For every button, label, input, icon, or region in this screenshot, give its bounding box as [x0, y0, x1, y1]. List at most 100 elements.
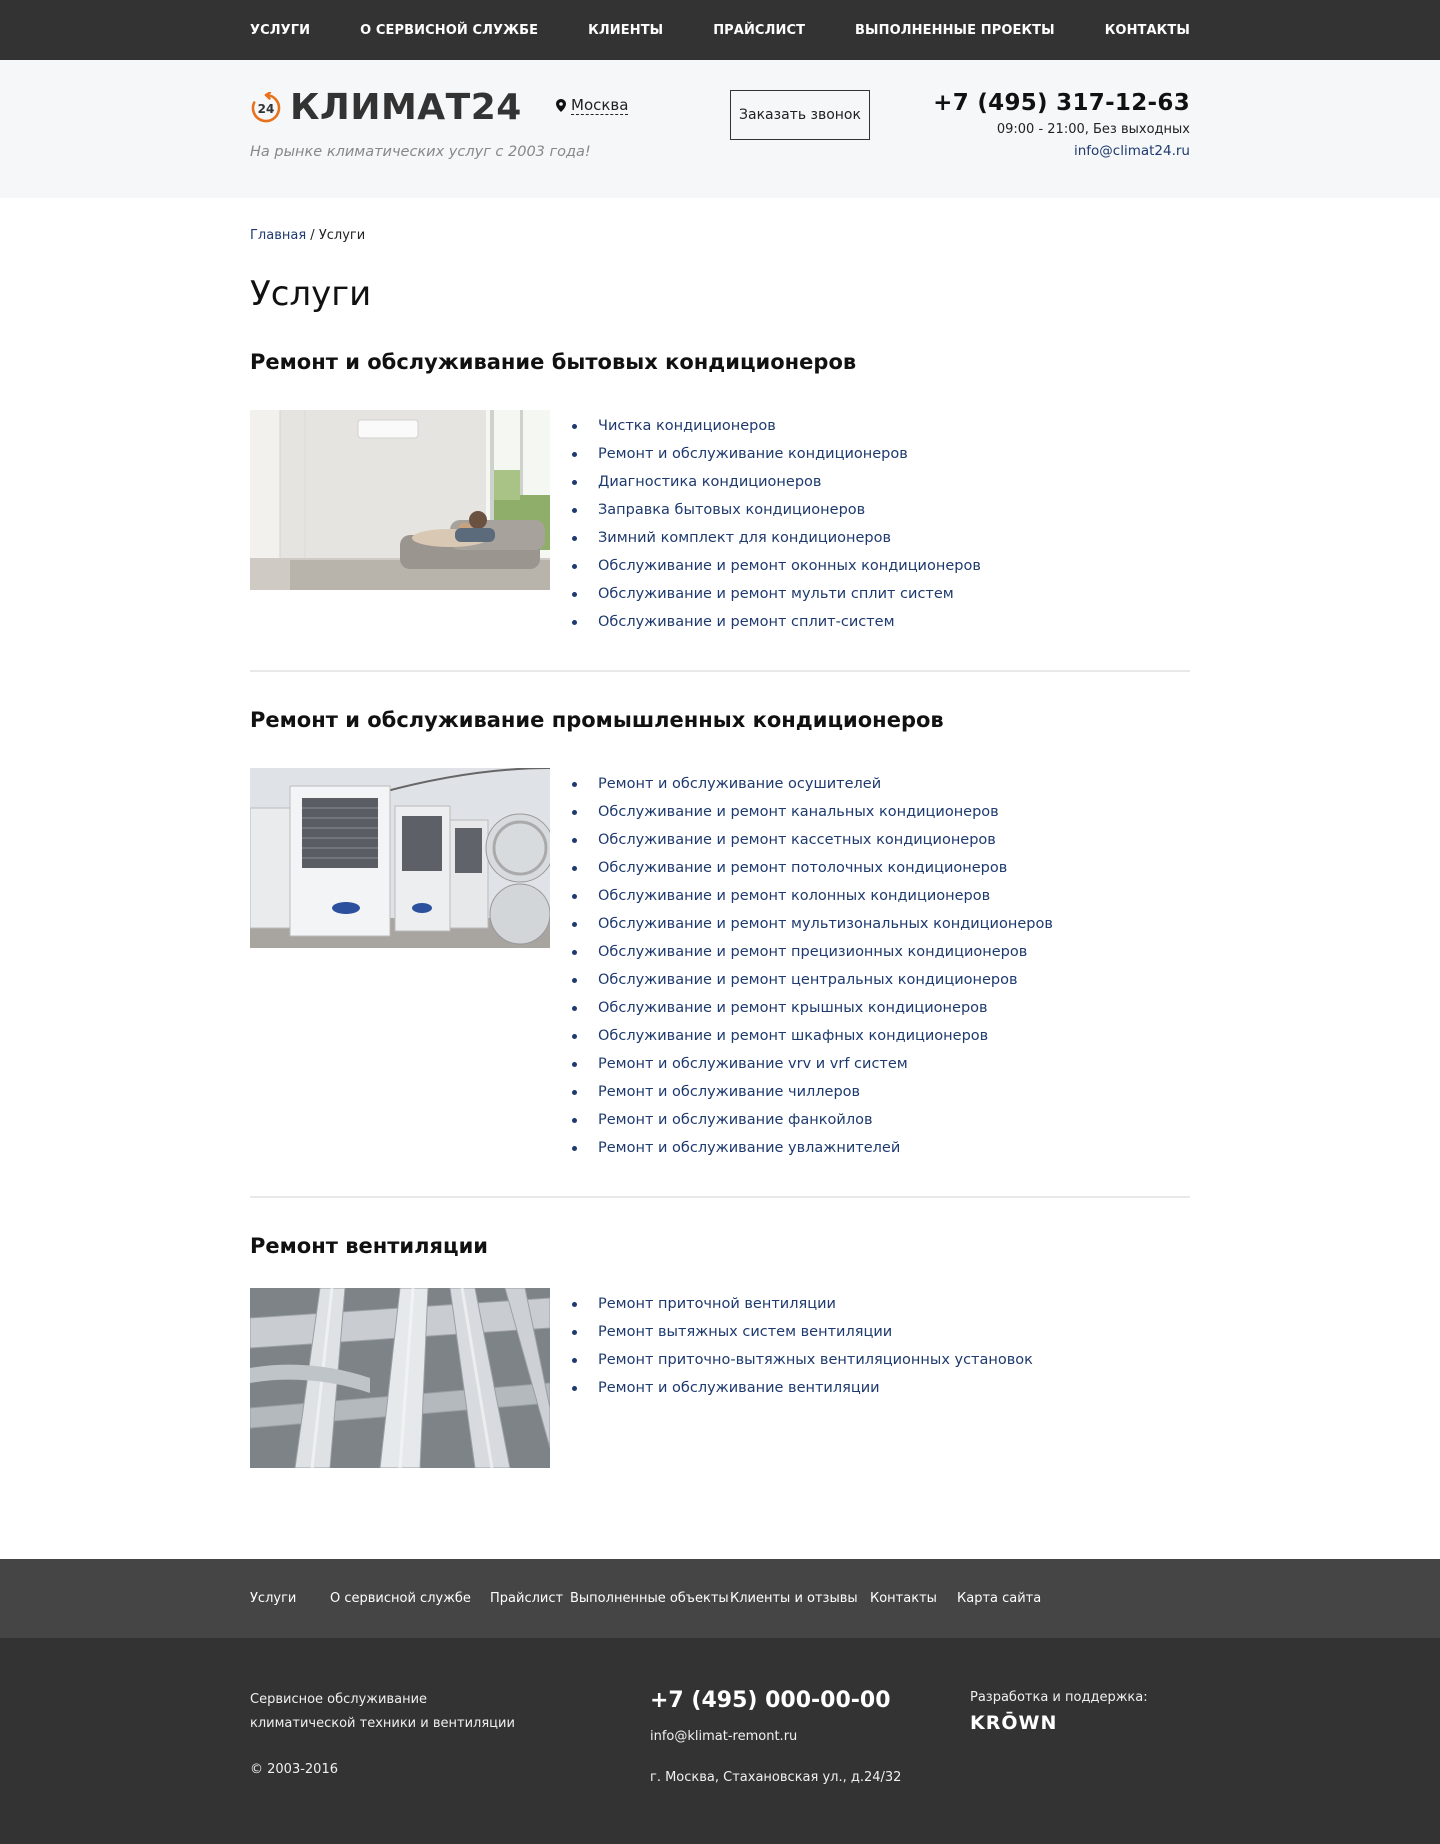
developer-label: Разработка и поддержка:	[970, 1690, 1148, 1705]
service-link[interactable]: Обслуживание и ремонт колонных кондицион…	[598, 888, 990, 904]
service-link[interactable]: Ремонт и обслуживание осушителей	[598, 776, 881, 792]
footer-nav-objects[interactable]: Выполненные объекты	[570, 1591, 729, 1606]
list-item: Обслуживание и ремонт центральных кондиц…	[570, 966, 1053, 994]
service-link[interactable]: Заправка бытовых кондиционеров	[598, 502, 865, 518]
section-title: Ремонт вентиляции	[250, 1234, 489, 1258]
location-pin-icon	[556, 99, 566, 112]
nav-item-clients[interactable]: КЛИЕНТЫ	[588, 23, 663, 38]
main-content: Главная / Услуги Услуги Ремонт и обслужи…	[0, 198, 1440, 1468]
list-item: Обслуживание и ремонт потолочных кондици…	[570, 854, 1053, 882]
list-item: Заправка бытовых кондиционеров	[570, 496, 981, 524]
service-list: Чистка кондиционеров Ремонт и обслуживан…	[570, 410, 981, 636]
site-footer: Сервисное обслуживание климатической тех…	[0, 1638, 1440, 1844]
service-link[interactable]: Диагностика кондиционеров	[598, 474, 821, 490]
nav-item-projects[interactable]: ВЫПОЛНЕННЫЕ ПРОЕКТЫ	[855, 23, 1055, 38]
footer-description: Сервисное обслуживание климатической тех…	[250, 1692, 515, 1731]
section-household-ac: Ремонт и обслуживание бытовых кондиционе…	[250, 348, 1190, 672]
service-link[interactable]: Ремонт вытяжных систем вентиляции	[598, 1324, 892, 1340]
list-item: Ремонт и обслуживание фанкойлов	[570, 1106, 1053, 1134]
breadcrumb-separator: /	[306, 228, 319, 243]
list-item: Чистка кондиционеров	[570, 412, 981, 440]
header-email-link[interactable]: info@climat24.ru	[933, 140, 1190, 162]
service-link[interactable]: Обслуживание и ремонт мультизональных ко…	[598, 916, 1053, 932]
industrial-units-image	[250, 768, 550, 948]
list-item: Обслуживание и ремонт сплит-систем	[570, 608, 981, 636]
service-link[interactable]: Ремонт и обслуживание увлажнителей	[598, 1140, 900, 1156]
service-link[interactable]: Ремонт и обслуживание чиллеров	[598, 1084, 860, 1100]
list-item: Ремонт и обслуживание осушителей	[570, 770, 1053, 798]
section-title: Ремонт и обслуживание промышленных конди…	[250, 708, 944, 732]
breadcrumb-current: Услуги	[318, 228, 366, 243]
list-item: Ремонт и обслуживание кондиционеров	[570, 440, 981, 468]
service-link[interactable]: Ремонт и обслуживание кондиционеров	[598, 446, 908, 462]
list-item: Обслуживание и ремонт прецизионных конди…	[570, 938, 1053, 966]
service-link[interactable]: Чистка кондиционеров	[598, 418, 776, 434]
callback-button[interactable]: Заказать звонок	[730, 90, 870, 140]
service-link[interactable]: Обслуживание и ремонт потолочных кондици…	[598, 860, 1007, 876]
footer-nav-pricelist[interactable]: Прайслист	[490, 1591, 563, 1606]
section-title: Ремонт и обслуживание бытовых кондиционе…	[250, 350, 857, 374]
service-link[interactable]: Обслуживание и ремонт мульти сплит систе…	[598, 586, 954, 602]
logo-text: КЛИМАТ24	[290, 87, 522, 128]
page-title: Услуги	[250, 274, 372, 314]
nav-item-pricelist[interactable]: ПРАЙСЛИСТ	[713, 23, 805, 38]
site-header: 24 КЛИМАТ24 На рынке климатических услуг…	[0, 60, 1440, 198]
nav-item-contacts[interactable]: КОНТАКТЫ	[1105, 23, 1190, 38]
city-selector[interactable]: Москва	[556, 96, 629, 115]
list-item: Обслуживание и ремонт канальных кондицио…	[570, 798, 1053, 826]
living-room-image	[250, 410, 550, 590]
site-logo[interactable]: 24 КЛИМАТ24	[250, 88, 522, 128]
list-item: Ремонт и обслуживание увлажнителей	[570, 1134, 1053, 1162]
breadcrumb-home-link[interactable]: Главная	[250, 228, 306, 243]
service-link[interactable]: Обслуживание и ремонт крышных кондиционе…	[598, 1000, 988, 1016]
service-link[interactable]: Обслуживание и ремонт кассетных кондицио…	[598, 832, 996, 848]
logo-badge-text: 24	[258, 102, 275, 116]
footer-nav-about[interactable]: О сервисной службе	[330, 1591, 471, 1606]
service-link[interactable]: Ремонт приточной вентиляции	[598, 1296, 836, 1312]
header-phone[interactable]: +7 (495) 317-12-63	[933, 88, 1190, 118]
list-item: Обслуживание и ремонт колонных кондицион…	[570, 882, 1053, 910]
footer-email-link[interactable]: info@klimat-remont.ru	[650, 1729, 797, 1744]
list-item: Диагностика кондиционеров	[570, 468, 981, 496]
nav-item-services[interactable]: УСЛУГИ	[250, 23, 310, 38]
developer-logo[interactable]: KRŌWN	[970, 1712, 1057, 1734]
service-link[interactable]: Зимний комплект для кондиционеров	[598, 530, 891, 546]
footer-address: г. Москва, Стахановская ул., д.24/32	[650, 1770, 902, 1785]
list-item: Ремонт приточной вентиляции	[570, 1290, 1033, 1318]
header-contacts: +7 (495) 317-12-63 09:00 - 21:00, Без вы…	[933, 88, 1190, 162]
service-link[interactable]: Обслуживание и ремонт канальных кондицио…	[598, 804, 999, 820]
city-name: Москва	[571, 96, 629, 115]
service-link[interactable]: Ремонт приточно-вытяжных вентиляционных …	[598, 1352, 1033, 1368]
list-item: Ремонт вытяжных систем вентиляции	[570, 1318, 1033, 1346]
list-item: Обслуживание и ремонт мультизональных ко…	[570, 910, 1053, 938]
service-link[interactable]: Обслуживание и ремонт прецизионных конди…	[598, 944, 1027, 960]
footer-nav-contacts[interactable]: Контакты	[870, 1591, 937, 1606]
section-industrial-ac: Ремонт и обслуживание промышленных конди…	[250, 706, 1190, 1198]
list-item: Ремонт приточно-вытяжных вентиляционных …	[570, 1346, 1033, 1374]
list-item: Зимний комплект для кондиционеров	[570, 524, 981, 552]
service-link[interactable]: Ремонт и обслуживание vrv и vrf систем	[598, 1056, 908, 1072]
list-item: Обслуживание и ремонт мульти сплит систе…	[570, 580, 981, 608]
footer-nav-sitemap[interactable]: Карта сайта	[957, 1591, 1041, 1606]
section-ventilation: Ремонт вентиляции Ремонт приточной венти…	[250, 1232, 1190, 1468]
nav-item-about[interactable]: О СЕРВИСНОЙ СЛУЖБЕ	[360, 23, 538, 38]
list-item: Ремонт и обслуживание vrv и vrf систем	[570, 1050, 1053, 1078]
list-item: Обслуживание и ремонт шкафных кондиционе…	[570, 1022, 1053, 1050]
list-item: Ремонт и обслуживание чиллеров	[570, 1078, 1053, 1106]
list-item: Обслуживание и ремонт крышных кондиционе…	[570, 994, 1053, 1022]
footer-phone[interactable]: +7 (495) 000-00-00	[650, 1688, 891, 1713]
service-list: Ремонт приточной вентиляции Ремонт вытяж…	[570, 1288, 1033, 1468]
list-item: Обслуживание и ремонт оконных кондиционе…	[570, 552, 981, 580]
service-link[interactable]: Ремонт и обслуживание фанкойлов	[598, 1112, 873, 1128]
service-link[interactable]: Обслуживание и ремонт оконных кондиционе…	[598, 558, 981, 574]
service-link[interactable]: Обслуживание и ремонт шкафных кондиционе…	[598, 1028, 988, 1044]
copyright: © 2003-2016	[250, 1762, 338, 1777]
top-navigation: УСЛУГИ О СЕРВИСНОЙ СЛУЖБЕ КЛИЕНТЫ ПРАЙСЛ…	[0, 0, 1440, 60]
service-link[interactable]: Обслуживание и ремонт центральных кондиц…	[598, 972, 1018, 988]
list-item: Обслуживание и ремонт кассетных кондицио…	[570, 826, 1053, 854]
service-link[interactable]: Ремонт и обслуживание вентиляции	[598, 1380, 880, 1396]
service-link[interactable]: Обслуживание и ремонт сплит-систем	[598, 614, 895, 630]
footer-nav-clients[interactable]: Клиенты и отзывы	[730, 1591, 858, 1606]
footer-nav-services[interactable]: Услуги	[250, 1591, 296, 1606]
ventilation-ducts-image	[250, 1288, 550, 1468]
